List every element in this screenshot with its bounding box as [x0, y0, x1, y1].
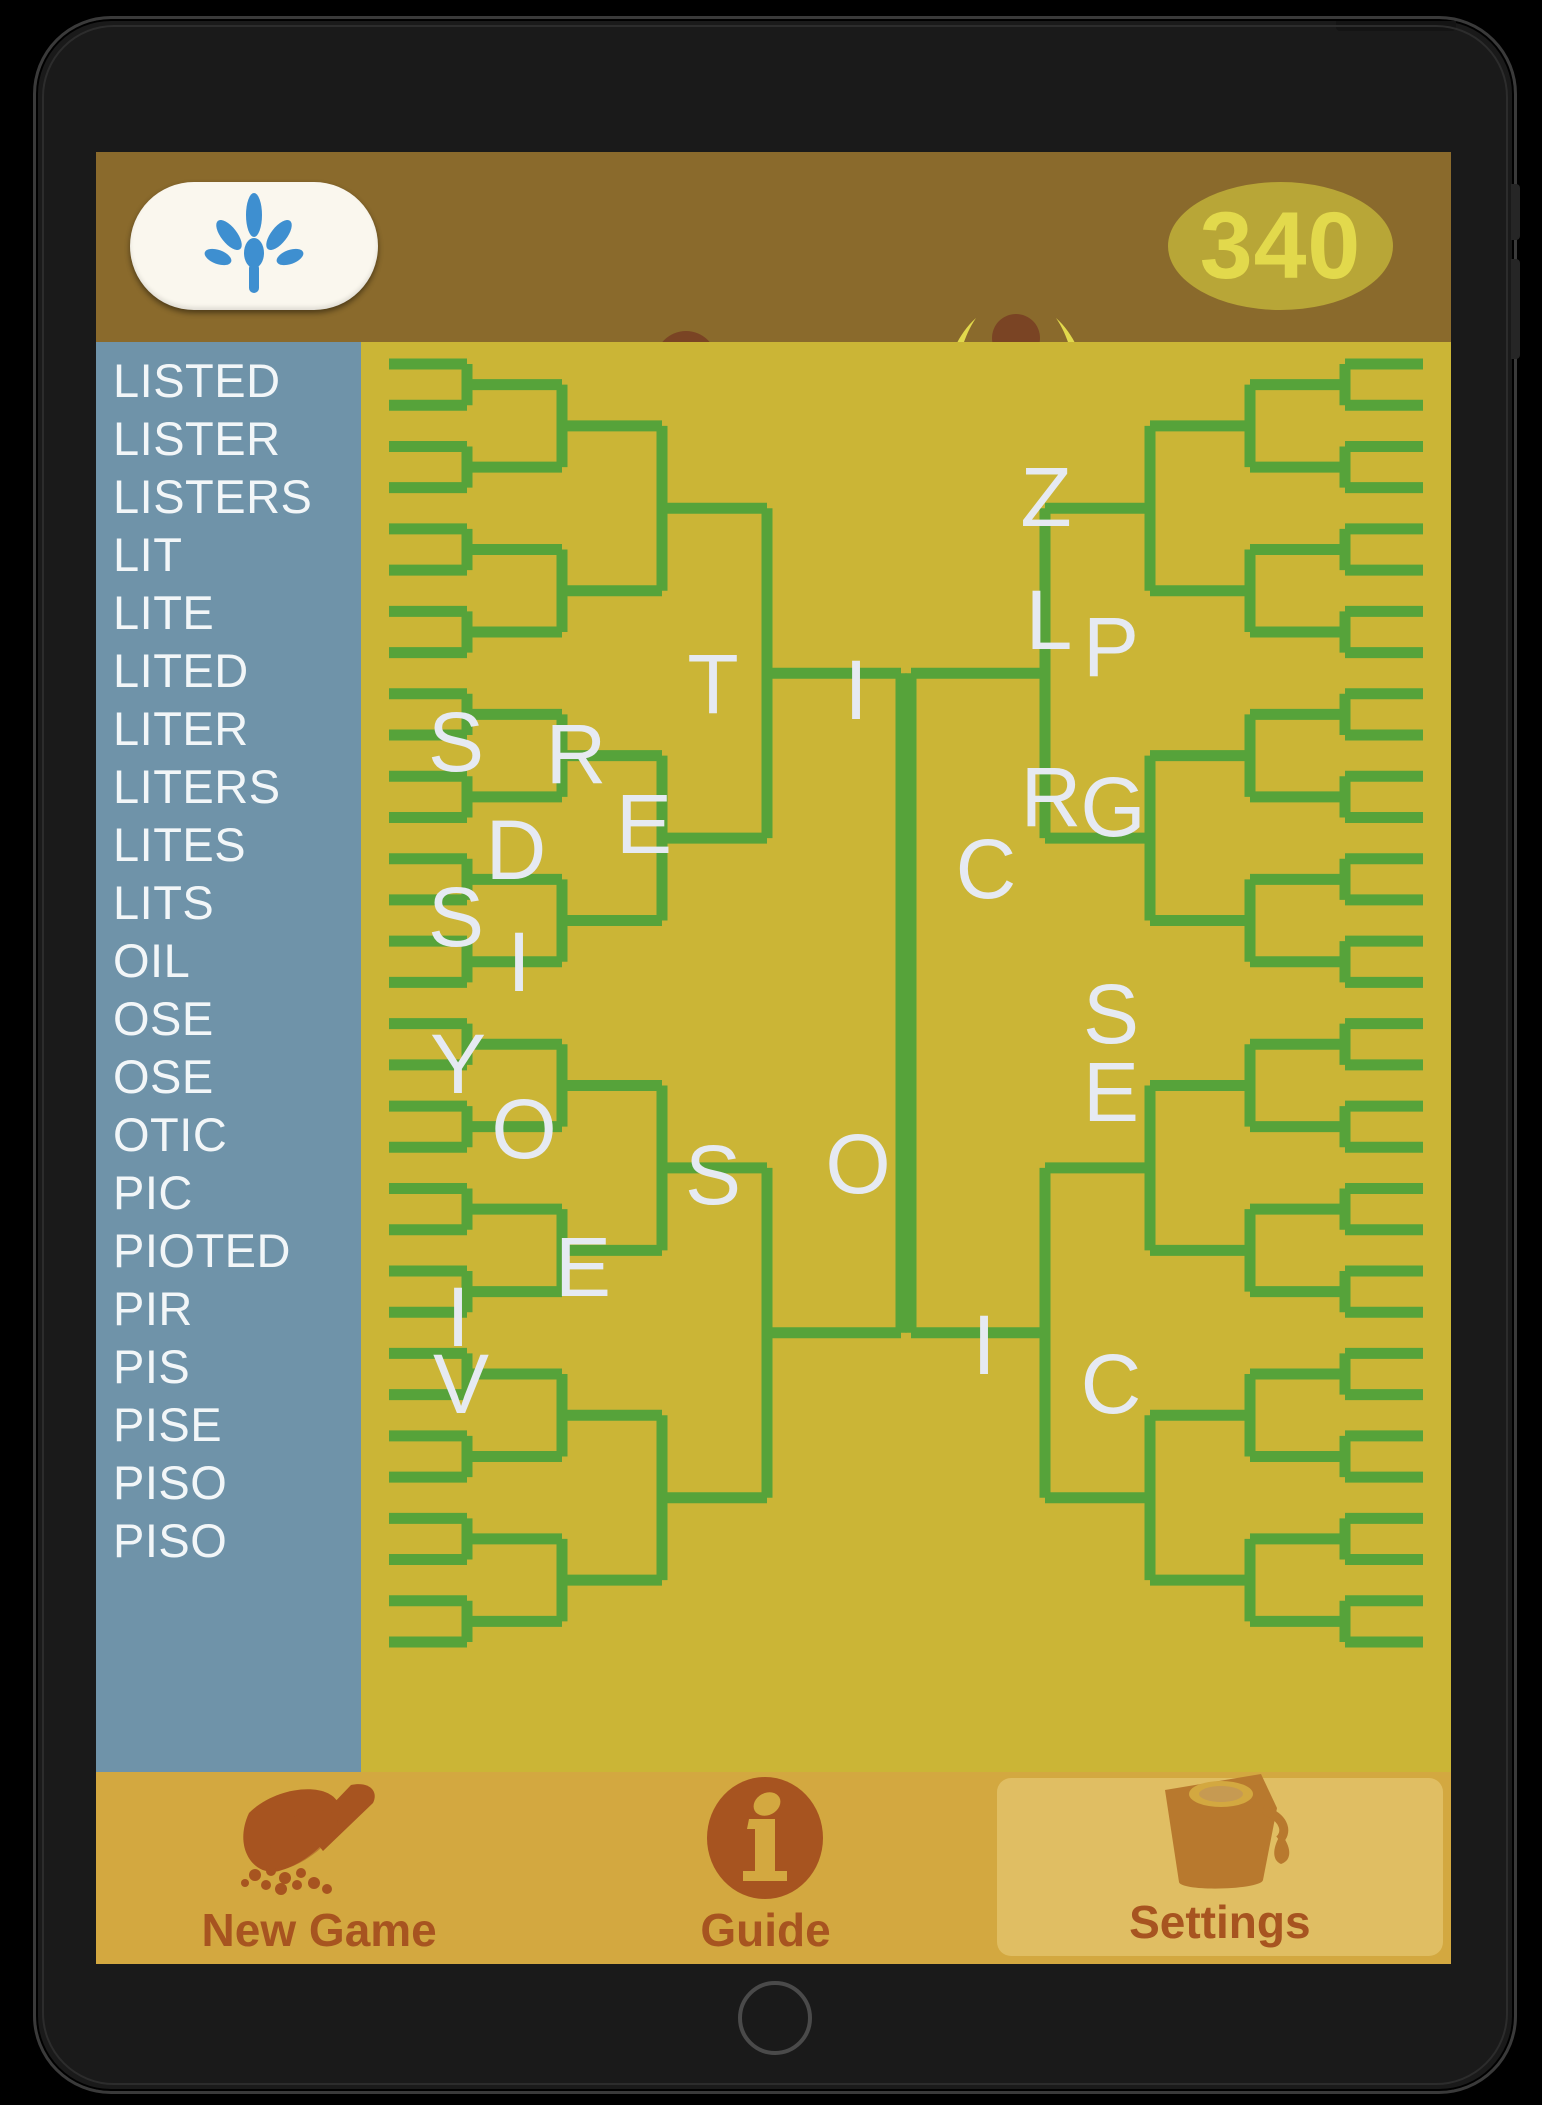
word-list-item[interactable]: PIOTED [96, 1222, 361, 1280]
tree-node-letter[interactable]: O [825, 1117, 890, 1211]
word-list-item[interactable]: PIR [96, 1280, 361, 1338]
word-list-item[interactable]: OSE [96, 1048, 361, 1106]
tree-node-letter[interactable]: C [956, 822, 1017, 916]
bottom-toolbar: New Game Guide Settings [96, 1772, 1451, 1964]
tree-node-letter[interactable]: C [1081, 1337, 1142, 1431]
tree-node-letter[interactable]: I [507, 915, 530, 1009]
tree-node-letter[interactable]: T [687, 637, 738, 731]
word-list-item[interactable]: OSE [96, 990, 361, 1048]
tree-node-letter[interactable]: S [428, 695, 484, 789]
word-list-item[interactable]: PISO [96, 1512, 361, 1570]
device-volume-down-button[interactable] [1511, 259, 1520, 359]
word-list-item[interactable]: PISE [96, 1396, 361, 1454]
new-game-button[interactable]: New Game [96, 1772, 542, 1964]
tree-node-letter[interactable]: Z [1020, 450, 1071, 544]
word-list-item[interactable]: OIL [96, 932, 361, 990]
tree-bracket-diagram: S RTEDS IYOESIVIZL PRGCOSEI C [389, 358, 1423, 1648]
tree-node-letter[interactable]: O [491, 1082, 556, 1176]
settings-label: Settings [1129, 1896, 1311, 1948]
word-list-item[interactable]: LITES [96, 816, 361, 874]
word-list-item[interactable]: LITERS [96, 758, 361, 816]
guide-button[interactable]: Guide [542, 1772, 988, 1964]
app-screen: 340 LISTED LISTER LISTERS LIT LITE LITED LITER… [96, 152, 1451, 1964]
tablet-device-frame: 340 LISTED LISTER LISTERS LIT LITE LITED LITER… [33, 16, 1520, 2094]
seed-sprout-icon [204, 193, 304, 293]
watering-can-icon [1164, 1774, 1290, 1889]
device-home-button[interactable] [738, 1981, 812, 2055]
tree-node-letter[interactable]: R [546, 707, 607, 801]
app-header: 340 [96, 152, 1451, 480]
tree-node-letter[interactable]: R [1021, 750, 1082, 844]
word-list-item[interactable]: LISTERS [96, 468, 361, 526]
score-badge: 340 [1168, 182, 1393, 310]
score-value: 340 [1199, 192, 1362, 299]
settings-button[interactable]: Settings [996, 1774, 1443, 1956]
tree-node-letter[interactable]: E [555, 1220, 611, 1314]
tree-node-letter[interactable]: I [972, 1298, 995, 1392]
seed-sprout-button[interactable] [130, 182, 378, 310]
word-list-item[interactable]: LITS [96, 874, 361, 932]
tree-node-letter[interactable]: V [433, 1337, 489, 1431]
tree-node-letter[interactable]: I [844, 643, 867, 737]
info-circle-icon-wrap [542, 1772, 988, 1904]
tree-node-letter[interactable]: P [1083, 600, 1139, 694]
new-game-label: New Game [201, 1904, 437, 1956]
tree-node-letter[interactable]: E [616, 777, 672, 871]
guide-label: Guide [700, 1904, 831, 1956]
word-list-item[interactable]: LISTER [96, 410, 361, 468]
tree-node-letter[interactable]: E [1083, 1045, 1139, 1139]
word-list-item[interactable]: LISTED [96, 352, 361, 410]
watering-can-icon-wrap [997, 1768, 1443, 1896]
word-list-item[interactable]: LITER [96, 700, 361, 758]
word-tree-board[interactable]: SRTEDSIYOESIVIZLPRGCOSEIC [361, 342, 1451, 1772]
word-list-item[interactable]: PIC [96, 1164, 361, 1222]
word-list-item[interactable]: PIS [96, 1338, 361, 1396]
info-circle-icon [707, 1777, 824, 1899]
word-list-item[interactable]: PISO [96, 1454, 361, 1512]
device-volume-up-button[interactable] [1511, 184, 1520, 240]
word-list-item[interactable]: LITED [96, 642, 361, 700]
word-list-item[interactable]: LIT [96, 526, 361, 584]
seed-scoop-icon [241, 1784, 375, 1895]
word-list-item[interactable]: OTIC [96, 1106, 361, 1164]
tree-node-letter[interactable]: G [1080, 760, 1145, 854]
tree-node-letter[interactable]: Y [430, 1017, 486, 1111]
tree-node-letter[interactable]: S [428, 870, 484, 964]
found-words-list[interactable]: LISTED LISTER LISTERS LIT LITE LITED LITER LITE… [96, 342, 361, 1772]
tree-node-letter[interactable]: S [685, 1128, 741, 1222]
word-list-item[interactable]: LITE [96, 584, 361, 642]
device-speaker-slot [1336, 21, 1456, 31]
seed-scoop-icon-wrap [96, 1772, 542, 1904]
tree-node-letter[interactable]: D [486, 803, 547, 897]
tree-node-letter[interactable]: L [1026, 573, 1073, 667]
